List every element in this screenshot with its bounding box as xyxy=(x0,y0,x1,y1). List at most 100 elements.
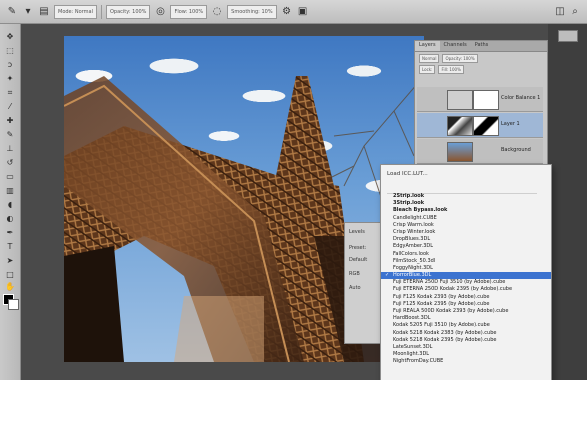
blend-mode-select[interactable]: Normal xyxy=(419,54,440,63)
brush-tool-icon[interactable]: ✎ xyxy=(6,6,18,18)
menu-item[interactable]: Crisp Warm.look xyxy=(381,222,551,229)
menu-item[interactable]: Kodak 5218 Kodak 2395 (by Adobe).cube xyxy=(381,337,551,344)
preset-label: Preset: xyxy=(349,245,367,251)
crop-tool-icon[interactable]: ⌗ xyxy=(4,88,16,98)
symmetry-icon[interactable]: ▣ xyxy=(297,6,309,18)
blur-tool-icon[interactable]: ◖ xyxy=(4,200,16,210)
menu-item-label: Fuji F125 Kodak 2393 (by Adobe).cube xyxy=(393,293,490,300)
menu-item-label: Candlelight.CUBE xyxy=(393,214,437,221)
tab-channels[interactable]: Channels xyxy=(440,41,471,51)
menu-item[interactable]: 3Strip.look xyxy=(381,200,551,207)
layer-opacity-field[interactable]: Opacity: 100% xyxy=(442,54,478,63)
checkmark-icon: ✓ xyxy=(385,272,390,279)
menu-item[interactable]: FilmStock_50.3dl xyxy=(381,258,551,265)
layers-row-blend: Normal Opacity: 100% xyxy=(419,54,543,63)
airbrush-icon[interactable]: ◌ xyxy=(211,6,223,18)
healing-tool-icon[interactable]: ✚ xyxy=(4,116,16,126)
layer-row[interactable]: Layer 1 xyxy=(417,113,543,138)
menu-item-label: Bleach Bypass.look xyxy=(393,207,448,214)
menu-item[interactable]: Fuji ETERNA 250D Fuji 3510 (by Adobe).cu… xyxy=(381,279,551,286)
menu-item-label: Fuji ETERNA 250D Kodak 2395 (by Adobe).c… xyxy=(393,286,513,293)
menu-item[interactable]: LateSunset.3DL xyxy=(381,344,551,351)
menu-item-label: 2Strip.look xyxy=(393,193,425,199)
marquee-tool-icon[interactable]: ⬚ xyxy=(4,46,16,56)
auto-button[interactable]: Auto xyxy=(349,285,361,291)
menu-item[interactable]: NightFromDay.CUBE xyxy=(381,358,551,365)
layer-row[interactable]: Color Balance 1 xyxy=(417,87,543,112)
opacity-field[interactable]: Opacity: 100% xyxy=(106,4,151,19)
menu-item[interactable]: Crisp Winter.look xyxy=(381,229,551,236)
menu-item[interactable]: Fuji F125 Kodak 2395 (by Adobe).cube xyxy=(381,301,551,308)
menu-item[interactable]: Moonlight.3DL xyxy=(381,351,551,358)
menu-item[interactable]: Kodak 5205 Fuji 3510 (by Adobe).cube xyxy=(381,322,551,329)
search-icon[interactable]: ⌕ xyxy=(569,6,581,18)
menu-item-label: FallColors.look xyxy=(393,250,429,257)
menu-item-label: HardBoost.3DL xyxy=(393,315,431,322)
layer-thumbnail xyxy=(447,116,473,136)
menu-item[interactable]: Bleach Bypass.look xyxy=(381,207,551,214)
layer-row[interactable]: Background xyxy=(417,139,543,164)
layer-name: Layer 1 xyxy=(501,121,520,127)
shape-tool-icon[interactable]: □ xyxy=(4,270,16,280)
panel-dock xyxy=(548,24,587,380)
preset-select[interactable]: Default xyxy=(349,257,367,263)
menu-title[interactable]: Load ICC.LUT... xyxy=(387,171,428,177)
panel-collapse-button[interactable] xyxy=(558,30,578,42)
tab-layers[interactable]: Layers xyxy=(415,41,440,51)
layer-mask-thumbnail xyxy=(473,116,499,136)
menu-item-label: Fuji F125 Kodak 2395 (by Adobe).cube xyxy=(393,300,490,307)
type-tool-icon[interactable]: T xyxy=(4,242,16,252)
menu-item-label: NightFromDay.CUBE xyxy=(393,358,444,365)
workspace-icon[interactable]: ◫ xyxy=(554,6,566,18)
menu-item-label: EdgyAmber.3DL xyxy=(393,243,434,250)
layers-panel-tabs: Layers Channels Paths xyxy=(415,41,547,52)
menu-item[interactable]: Kodak 5218 Kodak 2383 (by Adobe).cube xyxy=(381,330,551,337)
eraser-tool-icon[interactable]: ▭ xyxy=(4,172,16,182)
path-select-tool-icon[interactable]: ➤ xyxy=(4,256,16,266)
menu-item[interactable]: Fuji ETERNA 250D Kodak 2395 (by Adobe).c… xyxy=(381,286,551,293)
dodge-tool-icon[interactable]: ◐ xyxy=(4,214,16,224)
flow-field[interactable]: Flow: 100% xyxy=(170,4,208,19)
adjustment-title: Levels xyxy=(349,229,365,235)
menu-item[interactable]: HardBoost.3DL xyxy=(381,315,551,322)
menu-item[interactable]: 2Strip.look xyxy=(381,193,551,200)
menu-item[interactable]: DropBlues.3DL xyxy=(381,236,551,243)
quick-select-tool-icon[interactable]: ✦ xyxy=(4,74,16,84)
menu-item[interactable]: Candlelight.CUBE xyxy=(381,215,551,222)
pen-tool-icon[interactable]: ✒ xyxy=(4,228,16,238)
settings-icon[interactable]: ⚙ xyxy=(281,6,293,18)
pressure-opacity-icon[interactable]: ◎ xyxy=(154,6,166,18)
brush-tool-icon[interactable]: ✎ xyxy=(4,130,16,140)
menu-item[interactable]: FoggyNight.3DL xyxy=(381,265,551,272)
menu-item-label: FilmStock_50.3dl xyxy=(393,257,436,264)
history-brush-tool-icon[interactable]: ↺ xyxy=(4,158,16,168)
menu-item[interactable]: FallColors.look xyxy=(381,251,551,258)
menu-item[interactable]: EdgyAmber.3DL xyxy=(381,243,551,250)
tab-paths[interactable]: Paths xyxy=(471,41,493,51)
smoothing-field[interactable]: Smoothing: 10% xyxy=(227,4,277,19)
mode-field[interactable]: Mode: Normal xyxy=(54,4,97,19)
move-tool-icon[interactable]: ✥ xyxy=(4,32,16,42)
menu-item-label: HorrorBlue.3DL xyxy=(393,272,432,279)
gradient-tool-icon[interactable]: ▥ xyxy=(4,186,16,196)
brush-panel-icon[interactable]: ▤ xyxy=(38,6,50,18)
layer-fill-field[interactable]: Fill: 100% xyxy=(438,65,464,74)
lasso-tool-icon[interactable]: ↄ xyxy=(4,60,16,70)
lut-dropdown-menu: Load ICC.LUT... 2Strip.look 3Strip.look Bl… xyxy=(380,164,552,380)
menu-item[interactable]: Fuji F125 Kodak 2393 (by Adobe).cube xyxy=(381,294,551,301)
layer-name: Background xyxy=(501,147,531,153)
menu-item-label: Fuji ETERNA 250D Fuji 3510 (by Adobe).cu… xyxy=(393,279,506,286)
hand-tool-icon[interactable]: ✋ xyxy=(4,282,16,292)
menu-item-label: Crisp Warm.look xyxy=(393,221,434,228)
background-color-swatch[interactable] xyxy=(8,299,19,310)
photoshop-window: ✎ ▾ ▤ Mode: Normal Opacity: 100% ◎ Flow:… xyxy=(0,0,587,380)
menu-item[interactable]: Fuji REALA 500D Kodak 2393 (by Adobe).cu… xyxy=(381,308,551,315)
channel-select[interactable]: RGB xyxy=(349,271,360,277)
brush-preset-icon[interactable]: ▾ xyxy=(22,6,34,18)
menu-item-label: LateSunset.3DL xyxy=(393,343,433,350)
eyedropper-tool-icon[interactable]: ⁄ xyxy=(4,102,16,112)
menu-item[interactable]: ✓ HorrorBlue.3DL xyxy=(381,272,551,280)
layers-row-lock: Lock: Fill: 100% xyxy=(419,65,543,74)
layers-panel: Layers Channels Paths Normal Opacity: 10… xyxy=(414,40,548,170)
clone-stamp-tool-icon[interactable]: ⊥ xyxy=(4,144,16,154)
